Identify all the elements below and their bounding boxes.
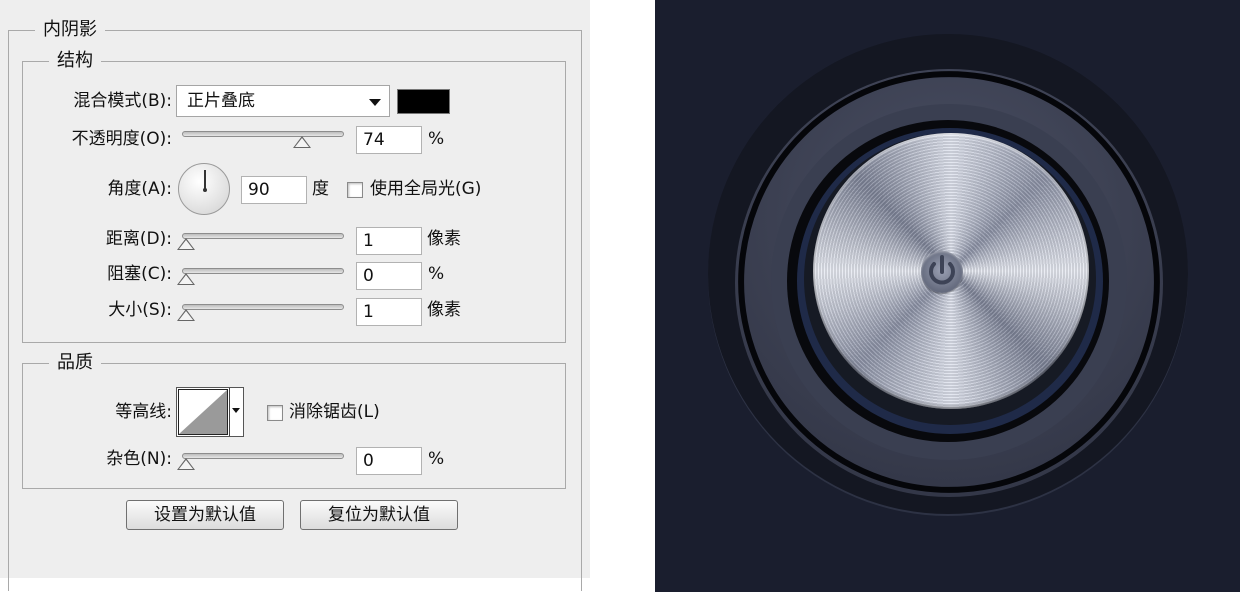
angle-dial-center xyxy=(203,188,207,192)
opacity-unit: % xyxy=(428,129,445,149)
opacity-slider[interactable] xyxy=(182,131,344,148)
opacity-input[interactable]: 74 xyxy=(356,126,422,154)
contour-picker[interactable] xyxy=(176,387,244,437)
noise-input[interactable]: 0 xyxy=(356,447,422,475)
noise-unit: % xyxy=(428,449,445,469)
anti-alias-checkbox[interactable] xyxy=(267,405,283,421)
inner-shadow-title: 内阴影 xyxy=(35,18,105,42)
noise-slider[interactable] xyxy=(177,453,344,470)
reset-default-button[interactable]: 复位为默认值 xyxy=(300,500,458,530)
angle-needle xyxy=(204,170,206,190)
choke-unit: % xyxy=(428,264,445,284)
set-default-button[interactable]: 设置为默认值 xyxy=(126,500,284,530)
contour-preview xyxy=(178,389,228,435)
quality-title: 品质 xyxy=(49,351,101,375)
distance-input[interactable]: 1 xyxy=(356,227,422,255)
chevron-down-icon xyxy=(369,99,381,106)
anti-alias-label[interactable]: 消除锯齿(L) xyxy=(289,400,380,424)
angle-label: 角度(A): xyxy=(107,179,172,199)
choke-slider[interactable] xyxy=(177,268,344,285)
angle-unit: 度 xyxy=(312,179,329,199)
contour-label: 等高线: xyxy=(115,402,172,422)
blend-mode-label: 混合模式(B): xyxy=(73,91,172,111)
opacity-label: 不透明度(O): xyxy=(71,129,172,149)
size-slider[interactable] xyxy=(177,304,344,321)
shadow-color-swatch[interactable] xyxy=(397,89,450,114)
noise-label: 杂色(N): xyxy=(106,449,172,469)
power-icon xyxy=(929,255,955,285)
inner-shadow-dialog: 内阴影 结构 混合模式(B): 正片叠底 不透明度(O): 74 % 角度(A)… xyxy=(0,0,590,591)
distance-slider[interactable] xyxy=(177,233,344,250)
contour-curve-icon xyxy=(179,390,227,434)
angle-dial[interactable] xyxy=(178,163,230,215)
choke-label: 阻塞(C): xyxy=(107,264,172,284)
structure-title: 结构 xyxy=(49,49,101,73)
angle-input[interactable]: 90 xyxy=(241,176,307,204)
distance-label: 距离(D): xyxy=(105,229,172,249)
blend-mode-select[interactable]: 正片叠底 xyxy=(176,85,390,117)
size-unit: 像素 xyxy=(427,300,461,320)
distance-unit: 像素 xyxy=(427,229,461,249)
use-global-light-label[interactable]: 使用全局光(G) xyxy=(370,177,481,201)
choke-input[interactable]: 0 xyxy=(356,262,422,290)
blend-mode-value: 正片叠底 xyxy=(187,91,255,111)
size-input[interactable]: 1 xyxy=(356,298,422,326)
use-global-light-checkbox[interactable] xyxy=(347,182,363,198)
knob-preview xyxy=(655,0,1240,592)
size-label: 大小(S): xyxy=(108,300,172,320)
contour-dropdown-arrow-icon[interactable] xyxy=(229,388,243,436)
